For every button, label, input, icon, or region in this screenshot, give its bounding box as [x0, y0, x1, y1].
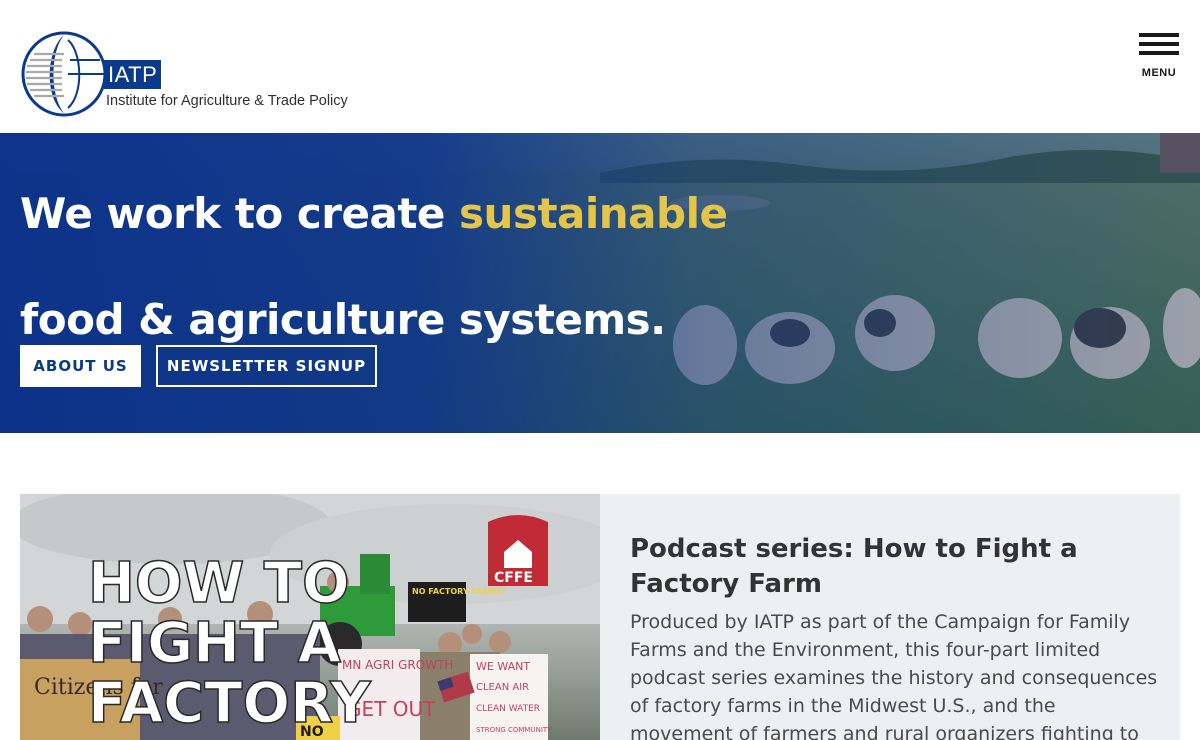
sign-clean-water-text: CLEAN WATER	[476, 704, 540, 714]
podcast-cover-art: Citizens for NO FACTORY FARMS! MN AGRI G…	[20, 494, 600, 740]
menu-button[interactable]: MENU	[1136, 33, 1182, 81]
hero-heading: We work to create sustainable food & agri…	[20, 161, 780, 373]
hero-title-part1: We work to create	[20, 189, 460, 238]
hero-title-part2: food & agriculture systems.	[20, 295, 666, 344]
hero-banner: We work to create sustainable food & agri…	[0, 133, 1200, 433]
podcast-text: Podcast series: How to Fight a Factory F…	[630, 532, 1160, 740]
logo-full-name: Institute for Agriculture & Trade Policy	[106, 93, 348, 109]
sign-we-want-text: WE WANT	[476, 660, 530, 673]
newsletter-signup-button[interactable]: NEWSLETTER SIGNUP	[156, 345, 377, 387]
hamburger-icon-bar	[1139, 51, 1179, 55]
hero-title-highlight: sustainable	[459, 189, 728, 238]
podcast-cover-image[interactable]: Citizens for NO FACTORY FARMS! MN AGRI G…	[20, 494, 600, 740]
podcast-title-link[interactable]: Podcast series: How to Fight a Factory F…	[630, 532, 1160, 602]
sign-strong-community-text: STRONG COMMUNITY	[476, 726, 552, 734]
cover-headline-line2: FIGHT A	[88, 611, 342, 676]
globe-logo-icon	[21, 31, 107, 117]
hamburger-icon-bar	[1139, 42, 1179, 46]
logo-abbreviation: IATP	[104, 60, 162, 89]
cffe-badge: CFFE	[488, 515, 548, 586]
about-us-button[interactable]: ABOUT US	[20, 345, 141, 387]
site-header: IATP Institute for Agriculture & Trade P…	[0, 0, 1200, 133]
sign-no-factory-farms-text: NO FACTORY FARMS!	[412, 587, 506, 596]
sign-clean-air-text: CLEAN AIR	[476, 682, 529, 693]
cover-headline-line3: FACTORY	[88, 671, 372, 736]
sign-mn-agri-growth-text: MN AGRI GROWTH	[342, 658, 453, 672]
podcast-description: Produced by IATP as part of the Campaign…	[630, 611, 1158, 740]
featured-podcast-card: Citizens for NO FACTORY FARMS! MN AGRI G…	[20, 494, 1180, 740]
menu-label: MENU	[1141, 67, 1177, 79]
cover-headline-line1: HOW TO	[88, 551, 350, 616]
hamburger-icon	[1139, 33, 1179, 37]
cffe-badge-text: CFFE	[494, 570, 533, 586]
site-logo[interactable]: IATP Institute for Agriculture & Trade P…	[20, 30, 380, 120]
